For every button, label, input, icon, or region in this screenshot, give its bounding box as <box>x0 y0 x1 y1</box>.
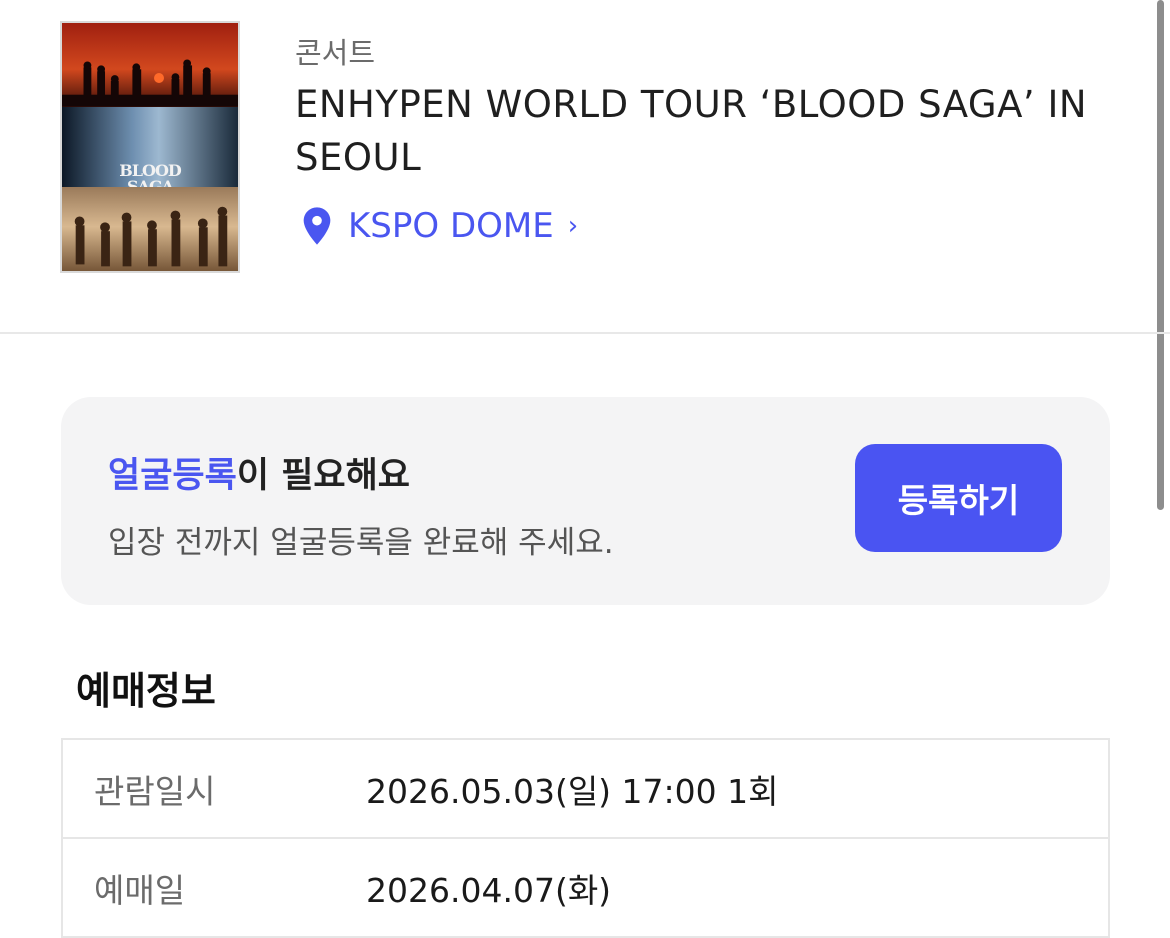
event-title: ENHYPEN WORLD TOUR ‘BLOOD SAGA’ IN SEOUL <box>295 83 1088 179</box>
booking-info-row-viewing-datetime: 관람일시 2026.05.03(일) 17:00 1회 <box>63 740 1108 839</box>
event-header: BLOOD SAGA 콘서트 ENHYPEN WORLD TOUR ‘BLOOD… <box>0 0 1170 334</box>
event-poster[interactable]: BLOOD SAGA <box>60 21 240 273</box>
poster-silhouettes <box>62 59 238 107</box>
info-value: 2026.05.03(일) 17:00 1회 <box>366 771 779 811</box>
face-registration-card: 얼굴등록이 필요해요 입장 전까지 얼굴등록을 완료해 주세요. 등록하기 <box>61 397 1110 605</box>
info-label: 예매일 <box>94 870 186 910</box>
booking-info-title: 예매정보 <box>76 669 216 713</box>
face-registration-description: 입장 전까지 얼굴등록을 완료해 주세요. <box>108 525 614 561</box>
venue-name: KSPO DOME <box>348 206 554 246</box>
face-registration-title-accent: 얼굴등록 <box>108 456 237 496</box>
booking-info-table: 관람일시 2026.05.03(일) 17:00 1회 예매일 2026.04.… <box>61 738 1110 938</box>
info-label: 관람일시 <box>94 771 216 811</box>
register-face-button[interactable]: 등록하기 <box>855 444 1062 552</box>
location-pin-icon <box>303 207 331 245</box>
chevron-right-icon: › <box>567 211 579 241</box>
face-registration-title-rest: 이 필요해요 <box>236 456 410 496</box>
event-category: 콘서트 <box>295 36 376 70</box>
info-value: 2026.04.07(화) <box>366 870 612 910</box>
face-registration-title: 얼굴등록이 필요해요 <box>108 447 410 498</box>
venue-link[interactable]: KSPO DOME › <box>300 206 578 246</box>
poster-figures <box>74 206 228 267</box>
booking-info-row-booking-date: 예매일 2026.04.07(화) <box>63 839 1108 938</box>
